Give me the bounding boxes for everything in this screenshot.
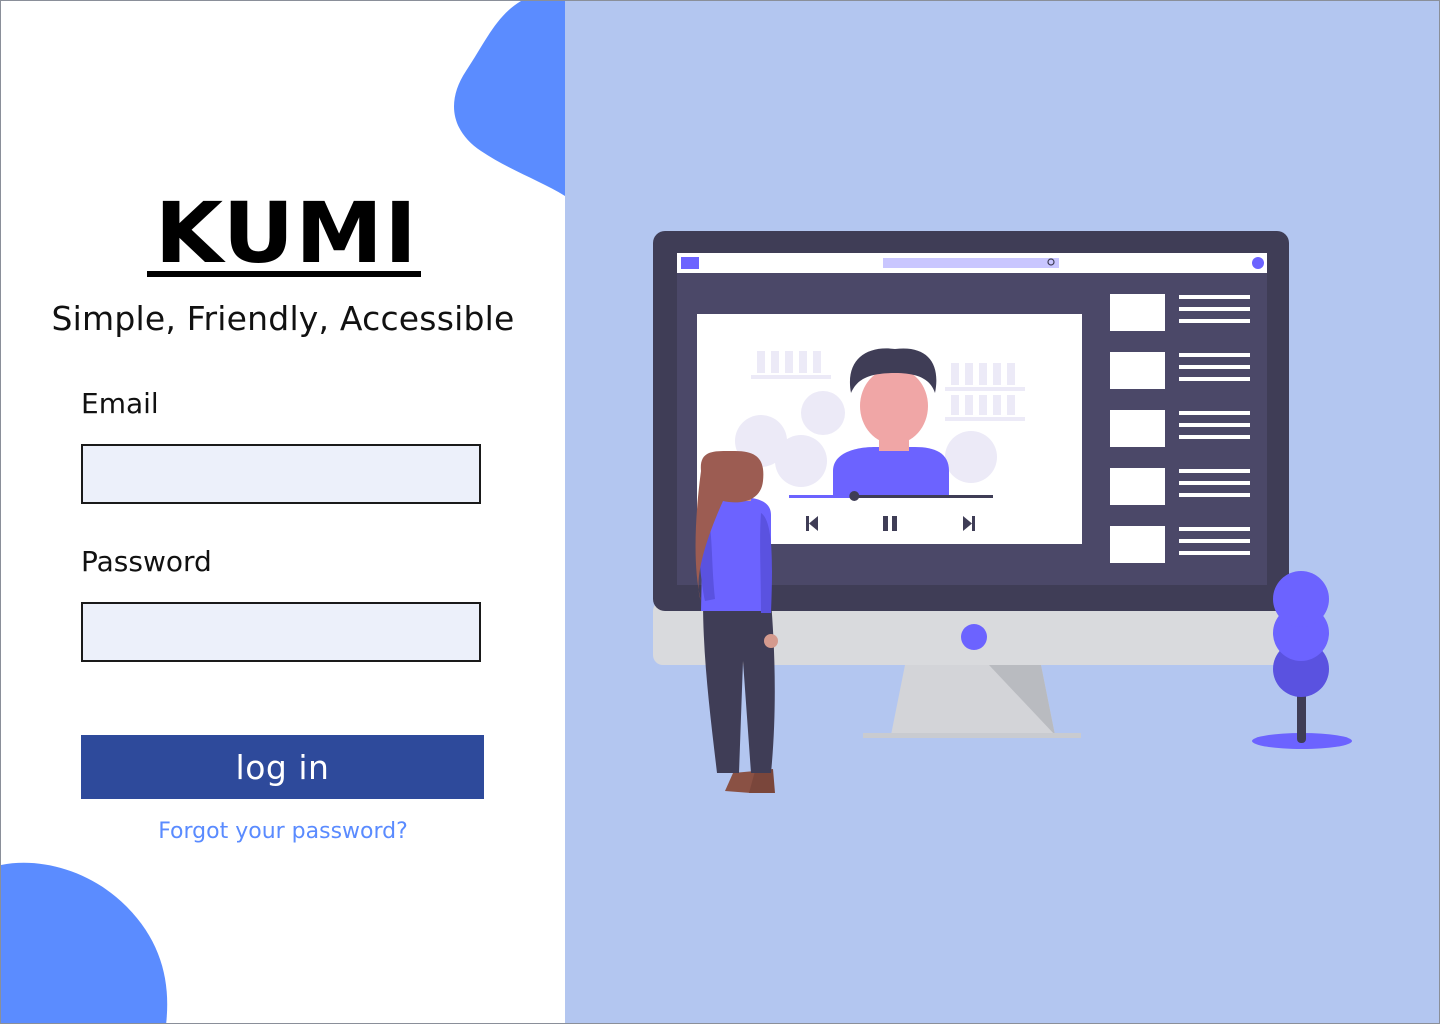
email-label: Email	[81, 387, 159, 420]
logo-text: KUMI	[154, 184, 418, 282]
decorative-blob-top	[454, 1, 565, 196]
video-streaming-illustration	[653, 231, 1352, 793]
browser-logo-icon	[681, 257, 699, 269]
browser-avatar-icon	[1252, 257, 1264, 269]
presenter-shirt	[833, 447, 949, 496]
monitor-base	[863, 733, 1081, 738]
decorative-blob-bottom	[1, 862, 168, 1023]
tagline: Simple, Friendly, Accessible	[51, 299, 515, 338]
video-progress-knob	[849, 491, 860, 501]
illustration-panel	[565, 1, 1439, 1023]
login-page: KUMI Simple, Friendly, Accessible Email …	[0, 0, 1440, 1024]
power-button-icon	[961, 624, 987, 650]
password-field[interactable]	[81, 602, 481, 662]
logo-underline	[147, 271, 421, 277]
forgot-password-link[interactable]: Forgot your password?	[1, 819, 565, 844]
login-panel: KUMI Simple, Friendly, Accessible Email …	[1, 1, 565, 1023]
video-progress-fill	[789, 495, 855, 498]
email-field[interactable]	[81, 444, 481, 504]
presenter-face	[860, 368, 928, 444]
password-label: Password	[81, 545, 212, 578]
browser-search-bar	[883, 258, 1059, 268]
login-button[interactable]: log in	[81, 735, 484, 799]
brand-logo: KUMI	[141, 191, 431, 287]
